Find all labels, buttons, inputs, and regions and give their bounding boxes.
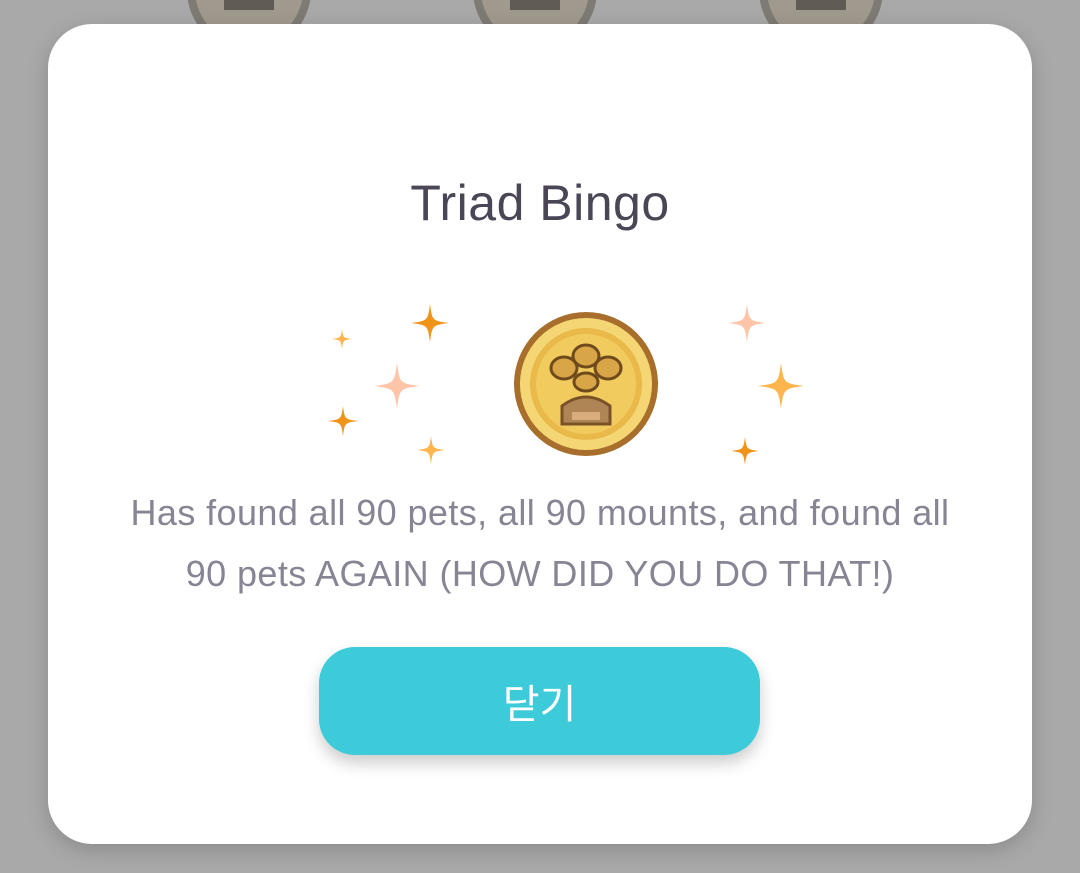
sparkle-icon: [728, 304, 848, 465]
achievement-dialog: Triad Bingo Has found all 90 pets, all 9…: [48, 24, 1032, 844]
achievement-art: [268, 286, 848, 466]
background-badge-icon: [756, 0, 886, 24]
background-badge-icon: [184, 0, 314, 24]
dialog-title: Triad Bingo: [410, 175, 670, 231]
achievement-description: Has found all 90 pets, all 90 mounts, an…: [130, 492, 950, 594]
background-badge-icon: [470, 0, 600, 24]
paw-coin-badge-icon: [514, 312, 658, 456]
close-button[interactable]: 닫기: [319, 647, 760, 755]
sparkle-icon: [328, 304, 449, 464]
